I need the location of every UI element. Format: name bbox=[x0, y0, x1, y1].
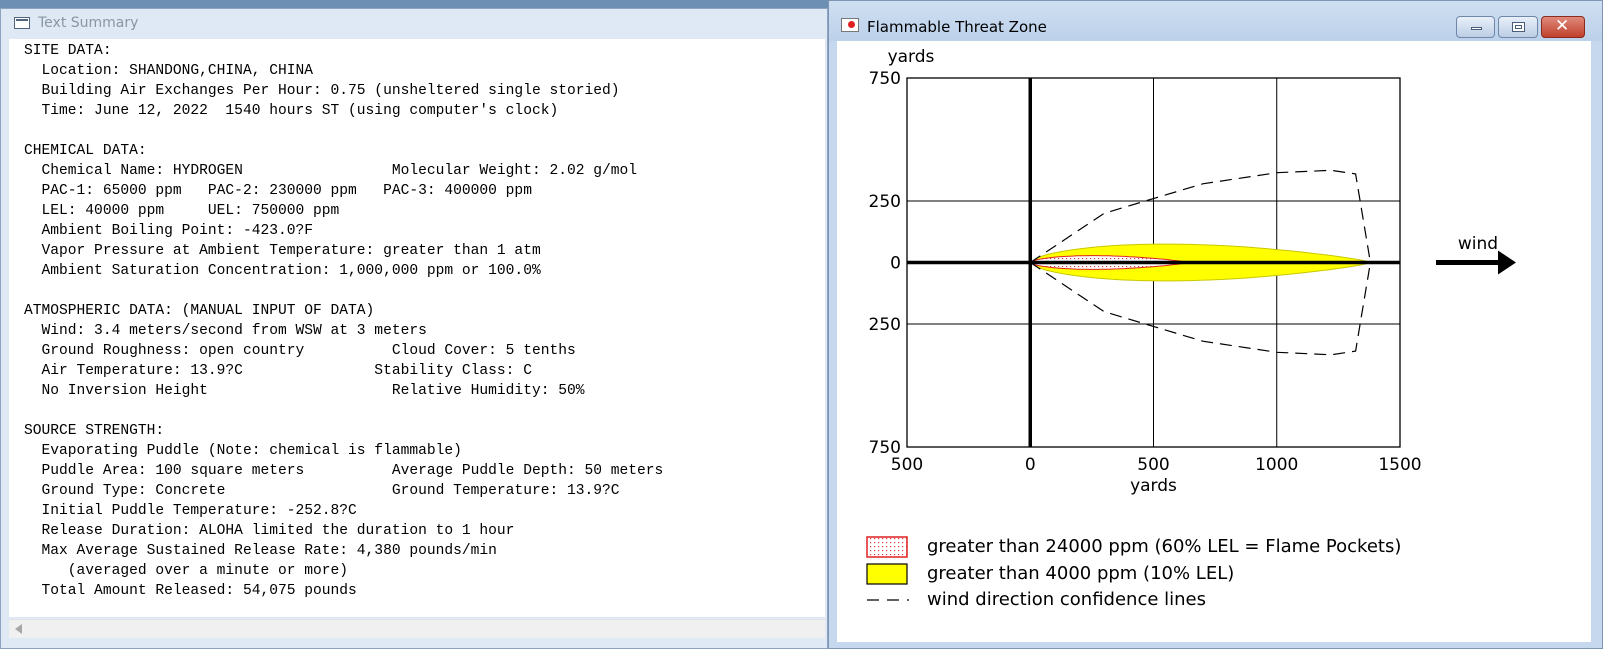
summary-line: PAC-1: 65000 ppm PAC-2: 230000 ppm PAC-3… bbox=[24, 183, 532, 199]
summary-line: Max Average Sustained Release Rate: 4,38… bbox=[24, 543, 497, 559]
close-button[interactable]: ✕ bbox=[1541, 16, 1585, 38]
threat-zone-title: Flammable Threat Zone bbox=[867, 18, 1047, 36]
x-tick-label: 500 bbox=[891, 455, 923, 475]
summary-line: Ground Roughness: open country Cloud Cov… bbox=[24, 343, 576, 359]
threat-zone-titlebar[interactable]: Flammable Threat Zone ✕ bbox=[829, 1, 1602, 41]
legend-label: wind direction confidence lines bbox=[927, 589, 1206, 610]
x-tick-label: 1500 bbox=[1378, 455, 1421, 475]
summary-line: No Inversion Height Relative Humidity: 5… bbox=[24, 383, 585, 399]
text-summary-content: SITE DATA: Location: SHANDONG,CHINA, CHI… bbox=[9, 39, 825, 617]
x-axis-unit-label: yards bbox=[1130, 476, 1177, 496]
wind-label: wind bbox=[1458, 234, 1498, 254]
scroll-left-arrow-icon[interactable] bbox=[15, 624, 22, 634]
legend-label: greater than 4000 ppm (10% LEL) bbox=[927, 563, 1234, 584]
summary-line: ATMOSPHERIC DATA: (MANUAL INPUT OF DATA) bbox=[24, 303, 375, 319]
window-app-icon bbox=[14, 17, 30, 29]
summary-line: Time: June 12, 2022 1540 hours ST (using… bbox=[24, 103, 559, 119]
y-tick-label: 250 bbox=[869, 315, 901, 335]
x-tick-label: 0 bbox=[1025, 455, 1036, 475]
threat-zone-window: Flammable Threat Zone ✕ 750 250 0 250 750 500… bbox=[828, 0, 1603, 649]
threat-zone-plot-area: 750 250 0 250 750 500 0 500 1000 1500 yards yards wi… bbox=[837, 41, 1591, 642]
summary-line: Ambient Boiling Point: -423.0?F bbox=[24, 223, 314, 239]
minimize-icon bbox=[1471, 27, 1482, 30]
summary-line: Ambient Saturation Concentration: 1,000,… bbox=[24, 263, 541, 279]
summary-line: SOURCE STRENGTH: bbox=[24, 423, 165, 439]
x-tick-label: 1000 bbox=[1255, 455, 1298, 475]
y-tick-label: 250 bbox=[869, 192, 901, 212]
summary-line: Total Amount Released: 54,075 pounds bbox=[24, 583, 357, 599]
y-axis-unit-label: yards bbox=[888, 47, 935, 67]
summary-line: Puddle Area: 100 square meters Average P… bbox=[24, 463, 664, 479]
text-summary-window: Text Summary SITE DATA: Location: SHANDO… bbox=[0, 8, 828, 649]
wind-arrow-icon bbox=[1498, 250, 1516, 275]
horizontal-scrollbar[interactable] bbox=[9, 619, 825, 638]
summary-line: CHEMICAL DATA: bbox=[24, 143, 147, 159]
maximize-button[interactable] bbox=[1498, 16, 1538, 38]
text-summary-titlebar[interactable]: Text Summary bbox=[1, 9, 827, 39]
x-tick-label: 500 bbox=[1137, 455, 1169, 475]
summary-line: Wind: 3.4 meters/second from WSW at 3 me… bbox=[24, 323, 427, 339]
text-summary-body: SITE DATA: Location: SHANDONG,CHINA, CHI… bbox=[24, 41, 663, 601]
summary-line: Ground Type: Concrete Ground Temperature… bbox=[24, 483, 620, 499]
summary-line: Location: SHANDONG,CHINA, CHINA bbox=[24, 63, 314, 79]
summary-line: Evaporating Puddle (Note: chemical is fl… bbox=[24, 443, 462, 459]
legend-label: greater than 24000 ppm (60% LEL = Flame … bbox=[927, 536, 1401, 557]
summary-line: Vapor Pressure at Ambient Temperature: g… bbox=[24, 243, 541, 259]
summary-line: LEL: 40000 ppm UEL: 750000 ppm bbox=[24, 203, 340, 219]
threat-zone-app-icon bbox=[841, 18, 859, 32]
maximize-icon bbox=[1512, 22, 1525, 32]
y-tick-label: 0 bbox=[890, 254, 901, 274]
summary-line: Air Temperature: 13.9?C Stability Class:… bbox=[24, 363, 532, 379]
summary-line: Initial Puddle Temperature: -252.8?C bbox=[24, 503, 357, 519]
legend-swatch-flame-pockets bbox=[866, 536, 908, 558]
legend-swatch-yellow bbox=[866, 563, 908, 585]
summary-line: Chemical Name: HYDROGEN Molecular Weight… bbox=[24, 163, 638, 179]
minimize-button[interactable] bbox=[1456, 16, 1495, 38]
summary-line: (averaged over a minute or more) bbox=[24, 563, 349, 579]
close-icon: ✕ bbox=[1555, 16, 1570, 36]
summary-line: SITE DATA: bbox=[24, 43, 112, 59]
threat-zone-chart: 7502500250750500 0 500 1000 1500yardsyardswi… bbox=[866, 47, 1516, 610]
summary-line: Building Air Exchanges Per Hour: 0.75 (u… bbox=[24, 83, 620, 99]
text-summary-title: Text Summary bbox=[38, 15, 139, 31]
summary-line: Release Duration: ALOHA limited the dura… bbox=[24, 523, 515, 539]
y-tick-label: 750 bbox=[869, 69, 901, 89]
